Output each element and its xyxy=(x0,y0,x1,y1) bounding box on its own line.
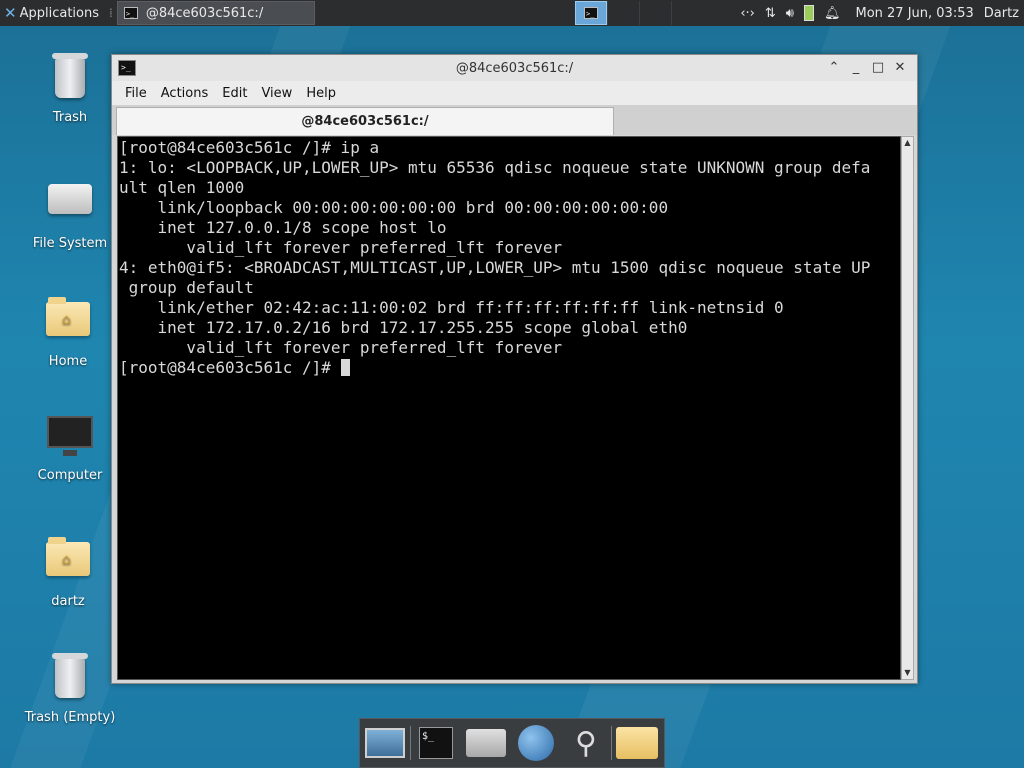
chevron-up-icon[interactable]: ⌃ xyxy=(823,58,845,78)
desktop-icon-file-system[interactable]: File System xyxy=(20,174,120,251)
workspace-3[interactable] xyxy=(639,1,671,25)
desktop-icon-label: dartz xyxy=(51,594,85,609)
web-browser-icon xyxy=(518,725,554,761)
desktop-icon-dartz[interactable]: ⌂ dartz xyxy=(18,534,118,609)
minimize-button[interactable]: _ xyxy=(845,58,867,78)
terminal-icon: >_ xyxy=(123,7,138,19)
terminal-line: link/ether 02:42:ac:11:00:02 brd ff:ff:f… xyxy=(119,298,784,317)
terminal-line: valid_lft forever preferred_lft forever xyxy=(119,238,563,257)
terminal-window[interactable]: >_ @84ce603c561c:/ ⌃ _ □ ✕ File Actions … xyxy=(111,54,918,684)
dock-home-folder[interactable] xyxy=(461,720,511,766)
desktop-icon-label: Home xyxy=(48,354,88,369)
network-icon[interactable]: ‹·› xyxy=(740,6,755,21)
terminal-prompt-line[interactable]: [root@84ce603c561c /]# xyxy=(119,358,900,378)
terminal-line: 4: eth0@if5: <BROADCAST,MULTICAST,UP,LOW… xyxy=(119,258,871,277)
terminal-line: ult qlen 1000 xyxy=(119,178,245,197)
menu-help[interactable]: Help xyxy=(306,86,336,101)
terminal-line: link/loopback 00:00:00:00:00:00 brd 00:0… xyxy=(119,198,669,217)
close-button[interactable]: ✕ xyxy=(889,58,911,78)
terminal-line: [root@84ce603c561c /]# ip a xyxy=(119,138,380,157)
terminal-line: group default xyxy=(119,278,254,297)
top-panel: ✕ Applications ⁞ >_ @84ce603c561c:/ >_ ‹… xyxy=(0,0,1024,26)
desktop-icon-label: Trash (Empty) xyxy=(24,710,116,725)
desktop-icon-trash[interactable]: Trash xyxy=(20,53,120,125)
folder-icon xyxy=(616,727,658,759)
home-folder-icon: ⌂ xyxy=(46,297,90,336)
menu-actions[interactable]: Actions xyxy=(161,86,209,101)
applications-menu-button[interactable]: ✕ Applications xyxy=(0,0,105,26)
workspace-4[interactable] xyxy=(671,1,703,25)
applications-label: Applications xyxy=(19,5,99,21)
system-tray: ‹·› ⇅ 🔊︎ 🔔︎ Mon 27 Jun, 03:53 Dartz xyxy=(735,0,1024,26)
dock-web-browser[interactable] xyxy=(511,720,561,766)
scroll-down-arrow-icon[interactable]: ▼ xyxy=(902,667,913,679)
terminal-line: inet 127.0.0.1/8 scope host lo xyxy=(119,218,447,237)
taskbar-terminal-button[interactable]: >_ @84ce603c561c:/ xyxy=(116,1,315,25)
dock-terminal[interactable]: $_ xyxy=(411,720,461,766)
menu-edit[interactable]: Edit xyxy=(222,86,247,101)
xfce-logo-icon: ✕ xyxy=(4,4,17,22)
panel-separator: ⁞ xyxy=(109,6,113,20)
dock-folder[interactable] xyxy=(612,720,662,766)
taskbar-task-title: @84ce603c561c:/ xyxy=(145,5,264,21)
desktop-icon-label: Computer xyxy=(37,468,103,483)
workspace-pager[interactable]: >_ xyxy=(575,1,703,25)
terminal-icon: >_ xyxy=(584,7,598,19)
user-menu[interactable]: Dartz xyxy=(984,6,1019,21)
trash-icon xyxy=(52,653,88,698)
terminal-icon: $_ xyxy=(419,727,453,759)
clock[interactable]: Mon 27 Jun, 03:53 xyxy=(855,6,973,21)
text-cursor xyxy=(340,359,350,376)
workspace-1[interactable]: >_ xyxy=(575,1,607,25)
volume-icon[interactable]: 🔊︎ xyxy=(786,6,794,21)
dock: $_ ⚲ xyxy=(359,718,665,768)
window-titlebar[interactable]: >_ @84ce603c561c:/ ⌃ _ □ ✕ xyxy=(112,55,917,81)
terminal-output[interactable]: [root@84ce603c561c /]# ip a 1: lo: <LOOPB… xyxy=(117,136,901,680)
scroll-up-arrow-icon[interactable]: ▲ xyxy=(902,137,913,149)
search-icon: ⚲ xyxy=(575,725,597,761)
desktop-icon-label: File System xyxy=(32,236,108,251)
terminal-line: inet 172.17.0.2/16 brd 172.17.255.255 sc… xyxy=(119,318,688,337)
tab-terminal[interactable]: @84ce603c561c:/ xyxy=(116,107,614,135)
dock-search[interactable]: ⚲ xyxy=(561,720,611,766)
desktop-icon-home[interactable]: ⌂ Home xyxy=(18,294,118,369)
menu-view[interactable]: View xyxy=(261,86,292,101)
home-folder-icon xyxy=(466,729,506,757)
window-title: @84ce603c561c:/ xyxy=(455,61,574,76)
terminal-line: valid_lft forever preferred_lft forever xyxy=(119,338,563,357)
computer-icon xyxy=(47,416,93,456)
trash-icon xyxy=(52,53,88,98)
dock-show-desktop[interactable] xyxy=(360,720,410,766)
transfer-arrows-icon[interactable]: ⇅ xyxy=(765,6,776,21)
terminal-line: 1: lo: <LOOPBACK,UP,LOWER_UP> mtu 65536 … xyxy=(119,158,871,177)
battery-icon[interactable] xyxy=(803,5,814,21)
desktop-icon-label: Trash xyxy=(52,110,88,125)
maximize-button[interactable]: □ xyxy=(867,58,889,78)
hard-drive-icon xyxy=(48,184,92,214)
menubar: File Actions Edit View Help xyxy=(112,81,917,105)
tab-bar: @84ce603c561c:/ xyxy=(112,105,917,135)
home-folder-icon: ⌂ xyxy=(46,537,90,576)
notifications-bell-icon[interactable]: 🔔︎ xyxy=(824,6,841,21)
workspace-2[interactable] xyxy=(607,1,639,25)
menu-file[interactable]: File xyxy=(125,86,147,101)
terminal-prompt: [root@84ce603c561c /]# xyxy=(119,358,341,377)
desktop-icon xyxy=(365,728,405,758)
desktop-icon-trash-empty[interactable]: Trash (Empty) xyxy=(20,653,120,725)
desktop-icon-computer[interactable]: Computer xyxy=(20,410,120,483)
vertical-scrollbar[interactable]: ▲ ▼ xyxy=(901,136,914,680)
